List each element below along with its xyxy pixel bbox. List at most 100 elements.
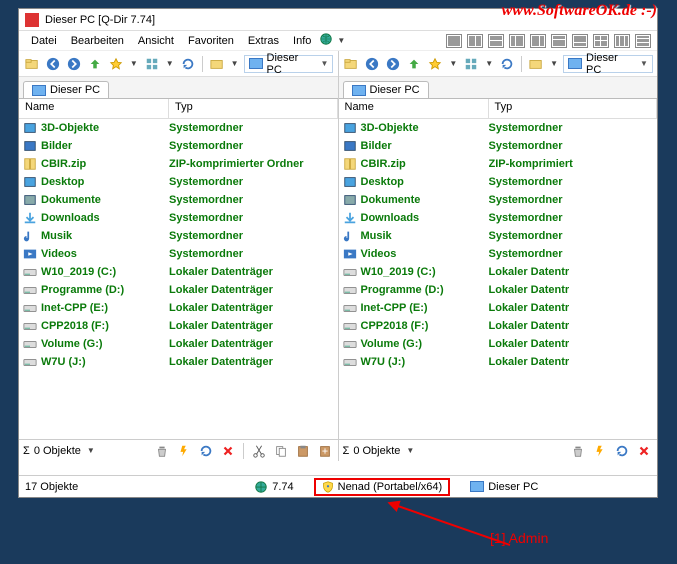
dropdown-icon[interactable]: ▼: [85, 446, 97, 455]
list-item[interactable]: W7U (J:)Lokaler Datentr: [339, 353, 658, 371]
breadcrumb[interactable]: Dieser PC ▼: [563, 55, 653, 73]
layout-6[interactable]: [635, 34, 651, 48]
recycle-icon[interactable]: [153, 442, 171, 460]
list-item[interactable]: VideosSystemordner: [19, 245, 338, 263]
layout-2h[interactable]: [488, 34, 504, 48]
list-item[interactable]: Programme (D:)Lokaler Datenträger: [19, 281, 338, 299]
col-type[interactable]: Typ: [489, 99, 658, 118]
list-item[interactable]: Inet-CPP (E:)Lokaler Datenträger: [19, 299, 338, 317]
list-item[interactable]: BilderSystemordner: [19, 137, 338, 155]
admin-indicator[interactable]: Nenad (Portabel/x64): [314, 478, 451, 496]
list-item[interactable]: MusikSystemordner: [19, 227, 338, 245]
file-icon: [343, 193, 357, 207]
list-item[interactable]: MusikSystemordner: [339, 227, 658, 245]
list-body-left[interactable]: 3D-ObjekteSystemordnerBilderSystemordner…: [19, 119, 338, 439]
dropdown-icon[interactable]: ▼: [229, 59, 241, 68]
col-name[interactable]: Name: [339, 99, 489, 118]
list-item[interactable]: CPP2018 (F:)Lokaler Datentr: [339, 317, 658, 335]
up-icon[interactable]: [86, 55, 104, 73]
dropdown-icon[interactable]: ▼: [447, 59, 459, 68]
list-item[interactable]: Inet-CPP (E:)Lokaler Datentr: [339, 299, 658, 317]
dropdown-icon[interactable]: ▼: [128, 59, 140, 68]
layout-4[interactable]: [593, 34, 609, 48]
dropdown-icon[interactable]: ▼: [548, 59, 560, 68]
list-item[interactable]: DownloadsSystemordner: [19, 209, 338, 227]
menu-view[interactable]: Ansicht: [132, 33, 180, 49]
back-icon[interactable]: [363, 55, 381, 73]
list-item[interactable]: 3D-ObjekteSystemordner: [339, 119, 658, 137]
list-item[interactable]: W7U (J:)Lokaler Datenträger: [19, 353, 338, 371]
list-item[interactable]: DokumenteSystemordner: [19, 191, 338, 209]
list-item[interactable]: VideosSystemordner: [339, 245, 658, 263]
dropdown-icon[interactable]: ▼: [164, 59, 176, 68]
list-item[interactable]: W10_2019 (C:)Lokaler Datenträger: [19, 263, 338, 281]
bolt-icon[interactable]: [591, 442, 609, 460]
list-item[interactable]: DesktopSystemordner: [19, 173, 338, 191]
layout-3b[interactable]: [530, 34, 546, 48]
breadcrumb[interactable]: Dieser PC ▼: [244, 55, 334, 73]
up-icon[interactable]: [405, 55, 423, 73]
delete-icon[interactable]: [635, 442, 653, 460]
item-type: Systemordner: [489, 122, 654, 134]
chevron-down-icon[interactable]: ▼: [321, 59, 329, 68]
explorer-icon[interactable]: [527, 55, 545, 73]
layout-3d[interactable]: [572, 34, 588, 48]
copy-path-icon[interactable]: [316, 442, 334, 460]
copy-icon[interactable]: [272, 442, 290, 460]
list-item[interactable]: CBIR.zipZIP-komprimierter Ordner: [19, 155, 338, 173]
new-folder-icon[interactable]: [343, 55, 361, 73]
recycle-icon[interactable]: [569, 442, 587, 460]
item-name: Videos: [361, 248, 397, 260]
layout-1x1[interactable]: [446, 34, 462, 48]
globe-icon[interactable]: [319, 32, 333, 49]
list-item[interactable]: DesktopSystemordner: [339, 173, 658, 191]
list-item[interactable]: 3D-ObjekteSystemordner: [19, 119, 338, 137]
list-item[interactable]: W10_2019 (C:)Lokaler Datentr: [339, 263, 658, 281]
list-item[interactable]: Programme (D:)Lokaler Datentr: [339, 281, 658, 299]
forward-icon[interactable]: [384, 55, 402, 73]
layout-3c[interactable]: [551, 34, 567, 48]
dropdown-icon[interactable]: ▼: [404, 446, 416, 455]
delete-icon[interactable]: [219, 442, 237, 460]
paste-icon[interactable]: [294, 442, 312, 460]
tab-active[interactable]: Dieser PC: [23, 81, 109, 98]
refresh-icon[interactable]: [197, 442, 215, 460]
list-item[interactable]: CPP2018 (F:)Lokaler Datenträger: [19, 317, 338, 335]
favorite-icon[interactable]: [426, 55, 444, 73]
chevron-down-icon[interactable]: ▼: [640, 59, 648, 68]
layout-2v[interactable]: [467, 34, 483, 48]
menu-file[interactable]: Datei: [25, 33, 63, 49]
menu-favorites[interactable]: Favoriten: [182, 33, 240, 49]
file-icon: [23, 229, 37, 243]
bolt-icon[interactable]: [175, 442, 193, 460]
menu-edit[interactable]: Bearbeiten: [65, 33, 130, 49]
back-icon[interactable]: [44, 55, 62, 73]
explorer-icon[interactable]: [208, 55, 226, 73]
dropdown-icon[interactable]: ▼: [335, 36, 347, 45]
list-item[interactable]: Volume (G:)Lokaler Datenträger: [19, 335, 338, 353]
refresh-icon[interactable]: [179, 55, 197, 73]
views-icon[interactable]: [143, 55, 161, 73]
menu-extras[interactable]: Extras: [242, 33, 285, 49]
cut-icon[interactable]: [250, 442, 268, 460]
menu-info[interactable]: Info: [287, 33, 317, 49]
favorite-icon[interactable]: [107, 55, 125, 73]
tab-active[interactable]: Dieser PC: [343, 81, 429, 98]
app-icon: [25, 13, 39, 27]
forward-icon[interactable]: [65, 55, 83, 73]
views-icon[interactable]: [462, 55, 480, 73]
col-name[interactable]: Name: [19, 99, 169, 118]
refresh-icon[interactable]: [613, 442, 631, 460]
col-type[interactable]: Typ: [169, 99, 338, 118]
list-item[interactable]: DownloadsSystemordner: [339, 209, 658, 227]
layout-5[interactable]: [614, 34, 630, 48]
new-folder-icon[interactable]: [23, 55, 41, 73]
layout-3a[interactable]: [509, 34, 525, 48]
list-item[interactable]: Volume (G:)Lokaler Datentr: [339, 335, 658, 353]
refresh-icon[interactable]: [498, 55, 516, 73]
list-item[interactable]: CBIR.zipZIP-komprimiert: [339, 155, 658, 173]
list-item[interactable]: DokumenteSystemordner: [339, 191, 658, 209]
dropdown-icon[interactable]: ▼: [483, 59, 495, 68]
list-item[interactable]: BilderSystemordner: [339, 137, 658, 155]
list-body-right[interactable]: 3D-ObjekteSystemordnerBilderSystemordner…: [339, 119, 658, 439]
